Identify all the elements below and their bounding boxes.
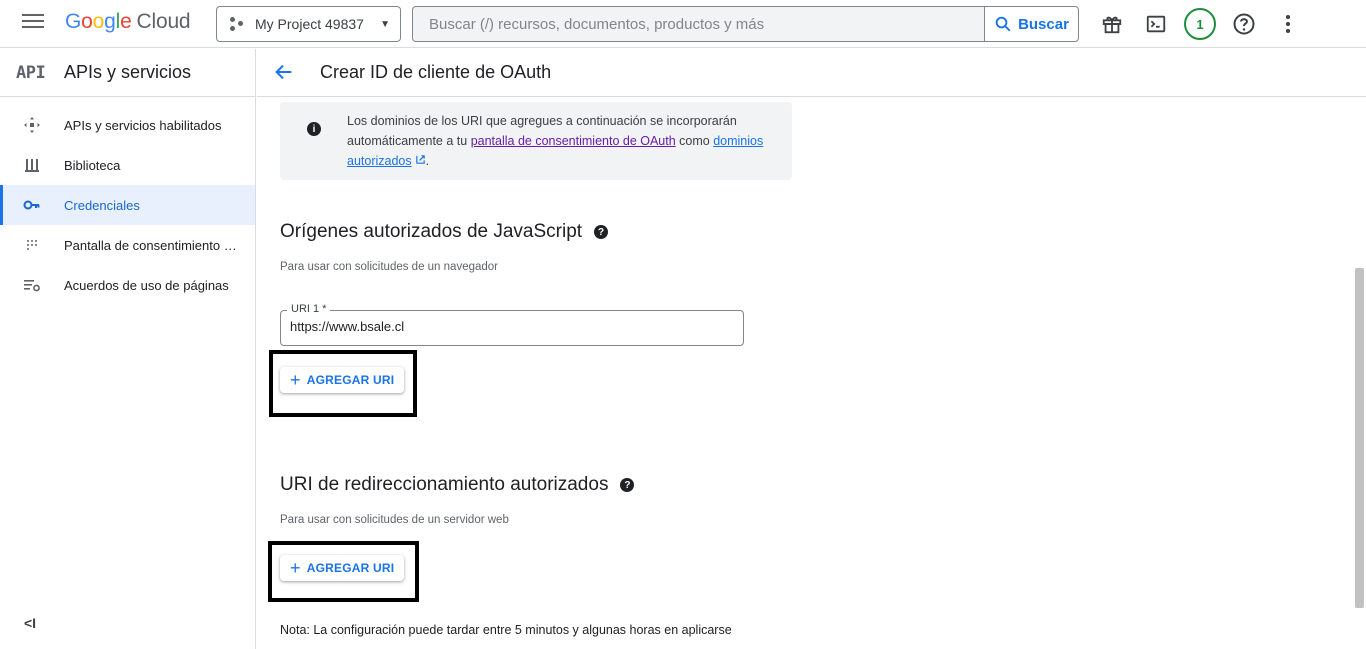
external-link-icon xyxy=(415,155,425,164)
google-cloud-logo[interactable]: Google Cloud xyxy=(65,10,191,34)
library-icon xyxy=(0,157,64,173)
sidebar-title[interactable]: APIs y servicios xyxy=(64,62,191,83)
sidebar-item-label: Acuerdos de uso de páginas xyxy=(64,277,229,293)
search-bar: Buscar xyxy=(412,6,1079,42)
logo-letter: e xyxy=(120,10,132,33)
sidebar-item-credenciales[interactable]: Credenciales xyxy=(0,185,255,225)
sidebar-item-label: Biblioteca xyxy=(64,157,121,173)
add-js-origin-uri-button[interactable]: + AGREGAR URI xyxy=(280,367,405,393)
add-redirect-uri-button[interactable]: + AGREGAR URI xyxy=(280,555,405,581)
info-icon: i xyxy=(307,122,321,136)
back-arrow-icon[interactable] xyxy=(273,61,295,88)
search-icon xyxy=(995,16,1011,32)
sidebar-item-biblioteca[interactable]: Biblioteca xyxy=(0,145,255,185)
uri-1-input[interactable] xyxy=(290,319,730,334)
redirect-uris-subtitle: Para usar con solicitudes de un servidor… xyxy=(280,514,509,526)
top-app-bar: GoogleCloud My Project 49837 ▼ Buscar 1 xyxy=(0,0,1366,48)
config-note: Nota: La configuración puede tardar entr… xyxy=(280,623,732,637)
js-origins-title-text: Orígenes autorizados de JavaScript xyxy=(280,221,583,242)
logo-word: Cloud xyxy=(136,10,191,33)
uri-1-label: URI 1 * xyxy=(287,303,331,315)
info-text: Los dominios de los URI que agregues a c… xyxy=(347,111,777,171)
search-button[interactable]: Buscar xyxy=(984,7,1078,41)
search-input[interactable] xyxy=(413,7,984,41)
more-vert-icon[interactable] xyxy=(1275,11,1301,37)
notifications-badge[interactable]: 1 xyxy=(1184,8,1216,40)
page-header: Crear ID de cliente de OAuth xyxy=(257,49,1366,97)
chevron-down-icon: ▼ xyxy=(380,18,390,30)
sidebar-item-apis-habilitados[interactable]: APIs y servicios habilitados xyxy=(0,105,255,145)
plus-icon: + xyxy=(290,558,301,578)
redirect-uris-title: URI de redireccionamiento autorizados ? xyxy=(280,474,635,496)
info-text-part: . xyxy=(425,154,430,168)
logo-letter: o xyxy=(92,10,105,33)
add-uri-label: AGREGAR URI xyxy=(306,373,395,387)
project-picker[interactable]: My Project 49837 ▼ xyxy=(216,6,401,42)
help-icon[interactable] xyxy=(1231,11,1257,37)
sidebar-item-acuerdos[interactable]: Acuerdos de uso de páginas xyxy=(0,265,255,305)
plus-icon: + xyxy=(290,370,301,390)
menu-icon[interactable] xyxy=(22,14,44,34)
sidebar-item-label: Credenciales xyxy=(64,197,140,213)
project-icon xyxy=(229,16,245,32)
gift-icon[interactable] xyxy=(1099,11,1125,37)
apis-icon xyxy=(0,116,64,134)
info-text-part: como xyxy=(675,134,714,148)
sidebar-item-label: APIs y servicios habilitados xyxy=(64,117,222,133)
js-origins-title: Orígenes autorizados de JavaScript ? xyxy=(280,221,609,243)
consent-screen-link[interactable]: pantalla de consentimiento de OAuth xyxy=(471,134,676,148)
sidebar-header: API APIs y servicios xyxy=(0,49,255,97)
uri-1-field: URI 1 * xyxy=(280,303,744,346)
help-icon[interactable]: ? xyxy=(594,225,609,239)
redirect-uris-title-text: URI de redireccionamiento autorizados xyxy=(280,474,609,495)
logo-letter: G xyxy=(65,10,82,33)
js-origins-subtitle: Para usar con solicitudes de un navegado… xyxy=(280,261,499,273)
page-title: Crear ID de cliente de OAuth xyxy=(320,62,552,82)
project-name: My Project 49837 xyxy=(255,16,364,32)
collapse-sidebar-icon[interactable]: <I xyxy=(24,615,36,631)
sidebar-item-label: Pantalla de consentimiento … xyxy=(64,237,237,253)
help-icon[interactable]: ? xyxy=(620,478,635,492)
terminal-icon[interactable] xyxy=(1143,11,1169,37)
search-button-label: Buscar xyxy=(1018,15,1069,33)
sidebar: API APIs y servicios APIs y servicios ha… xyxy=(0,49,256,649)
sidebar-item-pantalla-consentimiento[interactable]: Pantalla de consentimiento … xyxy=(0,225,255,265)
scrollbar[interactable] xyxy=(1355,268,1364,608)
info-banner: i Los dominios de los URI que agregues a… xyxy=(280,102,792,180)
key-icon xyxy=(0,199,64,211)
api-logo-icon: API xyxy=(16,62,46,83)
consent-icon xyxy=(0,237,64,253)
settings-list-icon xyxy=(0,277,64,293)
logo-letter: g xyxy=(104,10,116,33)
add-uri-label: AGREGAR URI xyxy=(306,561,395,575)
logo-letter: o xyxy=(81,10,93,33)
sidebar-nav: APIs y servicios habilitados Biblioteca … xyxy=(0,105,255,305)
